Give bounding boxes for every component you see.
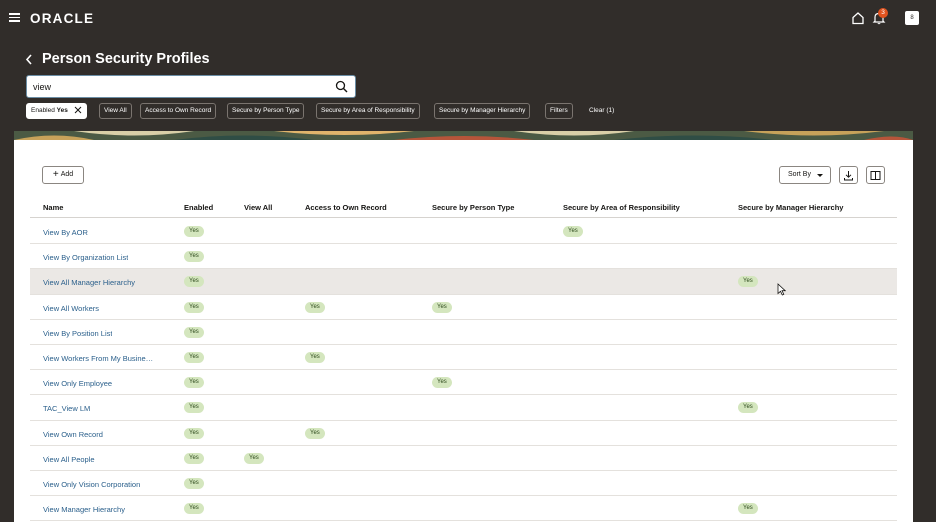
- own-record-badge: Yes: [305, 301, 325, 313]
- manager-hierarchy-badge: Yes: [738, 276, 758, 288]
- enabled-badge: Yes: [184, 276, 204, 288]
- menu-icon[interactable]: [9, 13, 20, 22]
- chip-access-own-record[interactable]: Access to Own Record: [140, 103, 217, 119]
- mouse-cursor-icon: [777, 283, 786, 296]
- profile-name-link[interactable]: View By Position List: [43, 329, 112, 338]
- close-icon[interactable]: [74, 106, 82, 114]
- column-header-enabled[interactable]: Enabled: [184, 203, 213, 212]
- profile-name-link[interactable]: View By AOR: [43, 228, 88, 237]
- clear-filters-link[interactable]: Clear (1): [584, 103, 619, 119]
- enabled-badge: Yes: [184, 402, 204, 414]
- table-body: View By AOR Yes Yes View By Organization Li…: [30, 219, 897, 522]
- enabled-badge: Yes: [184, 326, 204, 338]
- chip-filters[interactable]: Filters: [545, 103, 573, 119]
- profile-name-link[interactable]: View Manager Hierarchy: [43, 505, 125, 514]
- columns-button[interactable]: [866, 166, 885, 184]
- enabled-badge: Yes: [184, 427, 204, 439]
- page-title: Person Security Profiles: [42, 51, 210, 67]
- search-icon[interactable]: [335, 80, 348, 93]
- column-header-own-record[interactable]: Access to Own Record: [305, 203, 387, 212]
- manager-hierarchy-badge: Yes: [738, 402, 758, 414]
- table-row[interactable]: View By AOR Yes Yes: [30, 219, 897, 245]
- enabled-badge: Yes: [184, 377, 204, 389]
- table-row[interactable]: View Manager Hierarchy Yes Yes: [30, 496, 897, 522]
- chip-view-all[interactable]: View All: [99, 103, 132, 119]
- decorative-banner: [14, 131, 913, 140]
- column-header-person-type[interactable]: Secure by Person Type: [432, 203, 514, 212]
- table-row[interactable]: View All People Yes Yes: [30, 446, 897, 471]
- person-type-badge: Yes: [432, 301, 452, 313]
- content-panel: + Add Sort By Name Enabled View All Acces…: [14, 140, 913, 522]
- profile-name-link[interactable]: View Only Employee: [43, 379, 112, 388]
- enabled-badge: Yes: [184, 251, 204, 263]
- add-button-label: Add: [60, 171, 74, 178]
- search-input[interactable]: [33, 79, 323, 94]
- column-header-name[interactable]: Name: [43, 203, 63, 212]
- aor-badge: Yes: [563, 226, 583, 237]
- profile-name-link[interactable]: View Workers From My Busine…: [43, 354, 153, 363]
- table-row[interactable]: View Only Vision Corporation Yes: [30, 471, 897, 497]
- chip-secure-manager-hierarchy[interactable]: Secure by Manager Hierarchy: [434, 103, 531, 119]
- enabled-badge: Yes: [184, 452, 204, 464]
- columns-icon: [870, 171, 881, 180]
- column-header-aor[interactable]: Secure by Area of Responsibility: [563, 203, 680, 212]
- table-row[interactable]: View Workers From My Busine… Yes Yes: [30, 345, 897, 371]
- profile-name-link[interactable]: View All Workers: [43, 304, 99, 313]
- table-row[interactable]: TAC_View LM Yes Yes: [30, 395, 897, 421]
- enabled-badge: Yes: [184, 351, 204, 363]
- profile-name-link[interactable]: View Only Vision Corporation: [43, 480, 140, 489]
- table-row[interactable]: View All Manager Hierarchy Yes Yes: [30, 269, 897, 295]
- manager-hierarchy-badge: Yes: [738, 503, 758, 515]
- chip-enabled-value: Yes: [56, 107, 68, 114]
- table-row[interactable]: View Own Record Yes Yes: [30, 421, 897, 446]
- table-row[interactable]: View By Organization List Yes: [30, 244, 897, 270]
- plus-icon: +: [52, 169, 59, 180]
- oracle-logo[interactable]: ORACLE: [30, 11, 94, 26]
- notification-badge: 3: [878, 8, 888, 18]
- chevron-down-icon: [817, 174, 823, 177]
- chip-enabled-label: Enabled: [31, 107, 55, 114]
- view-all-badge: Yes: [244, 452, 264, 464]
- profile-name-link[interactable]: View By Organization List: [43, 253, 128, 262]
- enabled-badge: Yes: [184, 477, 204, 489]
- search-field[interactable]: [26, 75, 356, 98]
- own-record-badge: Yes: [305, 351, 325, 363]
- own-record-badge: Yes: [305, 427, 325, 439]
- global-header: ORACLE 3 8: [0, 0, 936, 36]
- add-button[interactable]: + Add: [42, 166, 84, 184]
- enabled-badge: Yes: [184, 503, 204, 515]
- download-button[interactable]: [839, 166, 858, 184]
- back-arrow-icon[interactable]: [25, 54, 33, 65]
- enabled-badge: Yes: [184, 226, 204, 237]
- table-row[interactable]: View All Workers Yes Yes Yes: [30, 295, 897, 320]
- table-header: Name Enabled View All Access to Own Reco…: [30, 198, 897, 218]
- column-header-view-all[interactable]: View All: [244, 203, 272, 212]
- home-icon[interactable]: [851, 11, 865, 25]
- sort-by-button[interactable]: Sort By: [779, 166, 831, 184]
- person-type-badge: Yes: [432, 377, 452, 389]
- table-row[interactable]: View By Position List Yes: [30, 320, 897, 345]
- profile-name-link[interactable]: View Own Record: [43, 430, 103, 439]
- chip-secure-person-type[interactable]: Secure by Person Type: [227, 103, 305, 119]
- sort-by-label: Sort By: [788, 171, 811, 178]
- enabled-badge: Yes: [184, 301, 204, 313]
- table-row[interactable]: View Only Employee Yes Yes: [30, 370, 897, 396]
- chip-enabled[interactable]: Enabled Yes: [26, 103, 87, 119]
- profile-name-link[interactable]: TAC_View LM: [43, 404, 90, 413]
- profile-name-link[interactable]: View All People: [43, 455, 95, 464]
- profile-name-link[interactable]: View All Manager Hierarchy: [43, 278, 135, 287]
- download-icon: [844, 171, 853, 181]
- column-header-manager-hierarchy[interactable]: Secure by Manager Hierarchy: [738, 203, 843, 212]
- user-avatar[interactable]: 8: [905, 11, 919, 25]
- chip-secure-aor[interactable]: Secure by Area of Responsibility: [316, 103, 420, 119]
